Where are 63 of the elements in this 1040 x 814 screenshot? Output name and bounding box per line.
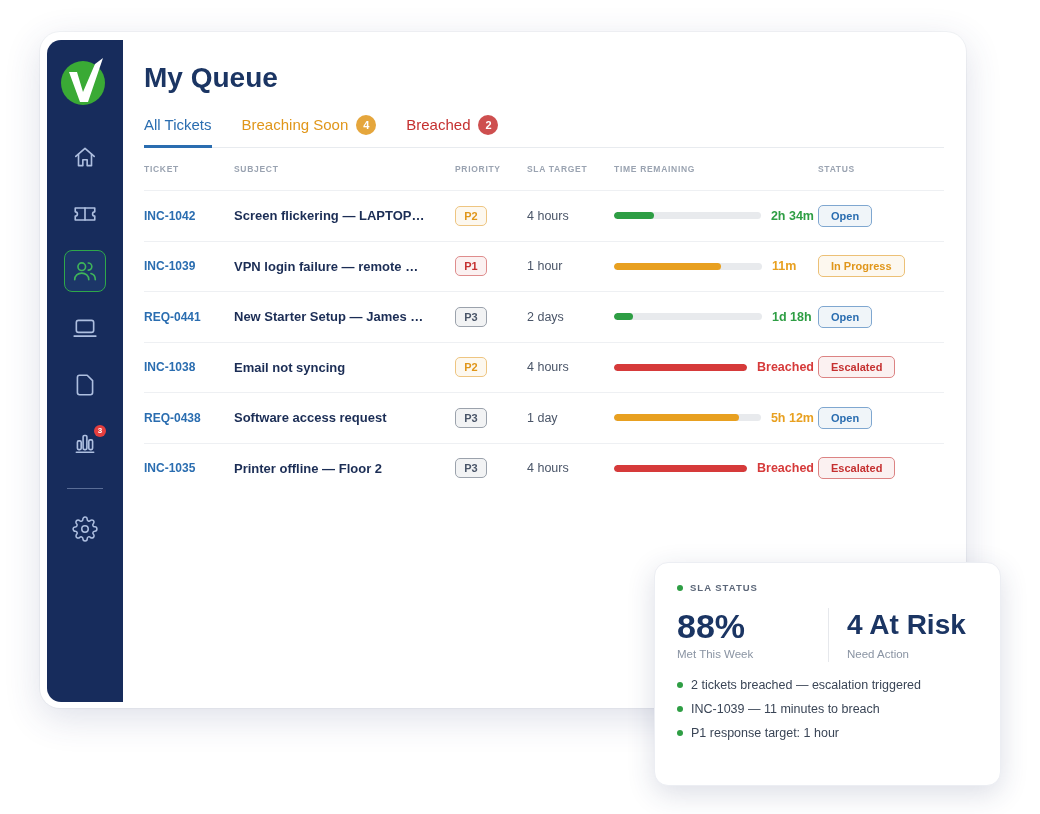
status-tag: Escalated [818,457,896,480]
count-badge: 4 [356,115,377,135]
tab[interactable]: All Tickets [144,115,212,148]
column-header: STATUS [818,164,855,174]
ticket-id-link[interactable]: INC-1042 [144,208,196,223]
ticket-subject: Software access request [234,410,387,426]
priority-tag: P2 [455,357,487,378]
sla-target-text: 2 days [527,309,564,324]
time-remaining-text: 11m [772,259,798,274]
note-text: P1 response target: 1 hour [691,726,839,740]
ticket-subject: New Starter Setup — James … [234,309,424,325]
bullet-icon [677,706,683,712]
card-title: SLA STATUS [690,581,758,595]
time-remaining-text: Breached [757,360,814,375]
note-text: INC-1039 — 11 minutes to breach [691,702,880,716]
column-header: SLA TARGET [527,164,588,174]
note-text: 2 tickets breached — escalation triggered [691,678,921,692]
bullet-icon [677,682,683,688]
nav-item[interactable]: 3 [64,421,106,463]
ticket-id-link[interactable]: INC-1038 [144,360,196,375]
column-header: PRIORITY [455,164,501,174]
column-header: TICKET [144,164,179,174]
stat-value: 4 At Risk [847,608,966,642]
priority-tag: P1 [455,256,487,277]
sla-target-text: 4 hours [527,360,569,375]
ticket-id-link[interactable]: INC-1039 [144,259,196,274]
priority-tag: P2 [455,205,487,226]
status-tag: Open [818,204,873,227]
status-tag: Open [818,406,873,429]
sla-target-text: 4 hours [527,461,569,476]
status-tag: In Progress [818,255,905,278]
priority-tag: P3 [455,306,487,327]
sla-target-text: 4 hours [527,208,569,223]
ticket-id-link[interactable]: REQ-0438 [144,410,201,425]
time-remaining-text: 1d 18h [772,309,813,324]
page-title: My Queue [144,61,279,95]
column-header: TIME REMAINING [614,164,696,174]
nav-item[interactable] [64,250,106,292]
priority-tag: P3 [455,407,487,428]
tab[interactable]: Breached 2 [406,115,499,148]
status-dot-icon [677,585,683,591]
ticket-subject: VPN login failure — remote … [234,258,419,274]
priority-tag: P3 [455,458,487,479]
stat-label: Met This Week [677,648,754,660]
status-tag: Escalated [818,356,896,379]
settings-icon [72,516,98,542]
notification-badge: 3 [94,425,106,437]
status-tag: Open [818,305,873,328]
ticket-id-link[interactable]: INC-1035 [144,461,196,476]
ticket-id-link[interactable]: REQ-0441 [144,309,201,324]
stat-label: Need Action [847,648,909,660]
count-badge: 2 [478,115,499,135]
stat-value: 88% [677,608,746,644]
sla-target-text: 1 hour [527,259,563,274]
time-remaining-text: Breached [757,461,814,476]
sla-target-text: 1 day [527,410,558,425]
ticket-subject: Printer offline — Floor 2 [234,460,383,476]
time-remaining-text: 2h 34m [770,208,814,223]
ticket-subject: Email not syncing [234,359,346,375]
time-remaining-text: 5h 12m [770,410,814,425]
bullet-icon [677,730,683,736]
column-header: SUBJECT [234,164,279,174]
ticket-subject: Screen flickering — LAPTOP… [234,208,425,224]
